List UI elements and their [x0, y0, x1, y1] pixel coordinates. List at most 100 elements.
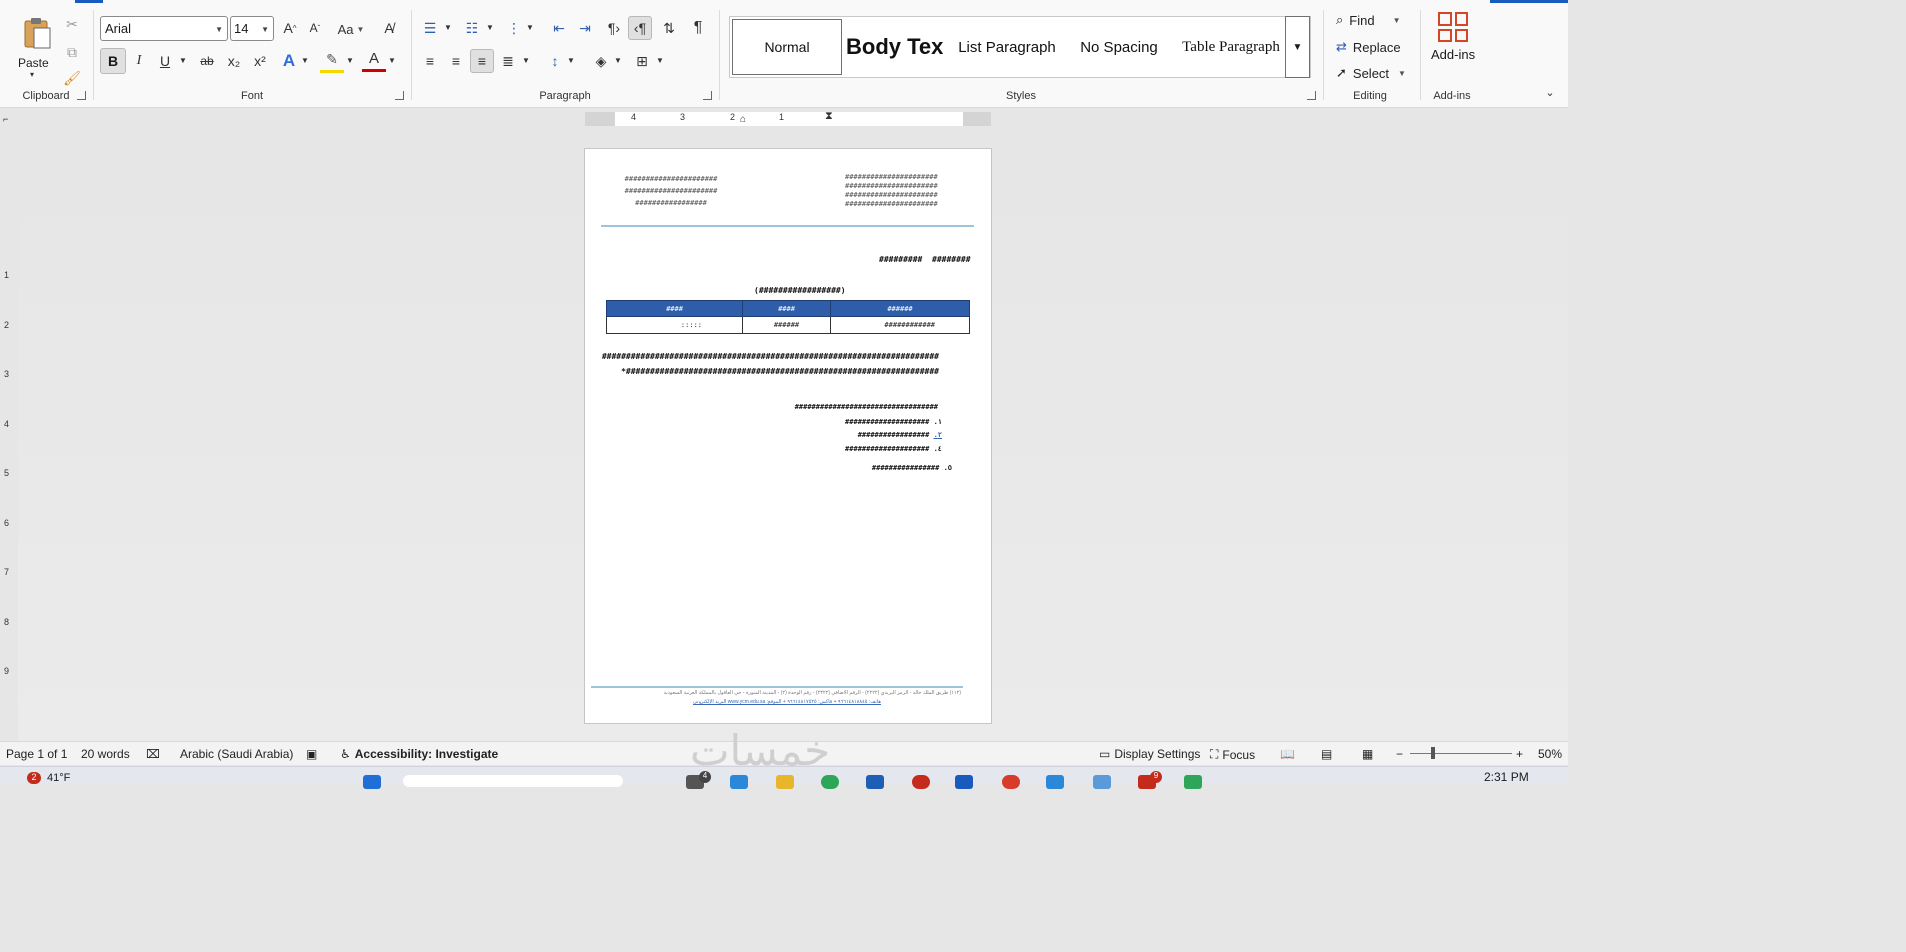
clipboard-launcher-icon[interactable]: [77, 91, 86, 100]
bullets-icon[interactable]: ☰: [418, 16, 442, 40]
display-settings-button[interactable]: ▭ Display Settings: [1099, 747, 1200, 761]
display-settings-label: Display Settings: [1114, 747, 1201, 761]
chevron-down-icon[interactable]: ▼: [346, 56, 354, 65]
chevron-down-icon[interactable]: ▼: [567, 56, 575, 65]
word-count[interactable]: 20 words: [81, 747, 130, 761]
header-left-line: ######################: [624, 175, 718, 183]
read-mode-icon[interactable]: 📖: [1280, 747, 1295, 761]
chevron-down-icon[interactable]: ▼: [526, 23, 534, 32]
zoom-slider[interactable]: [1410, 753, 1512, 754]
app-icon[interactable]: [912, 775, 930, 789]
page-count[interactable]: Page 1 of 1: [6, 747, 67, 761]
ruler-area: ⌐ 4 3 2 1 ⌂ ⧗: [0, 108, 1568, 130]
focus-button[interactable]: ⛶ Focus: [1210, 747, 1255, 762]
chevron-down-icon[interactable]: ▼: [522, 56, 530, 65]
decrease-indent-icon[interactable]: ⇤: [547, 16, 571, 40]
accessibility-button[interactable]: ♿ Accessibility: Investigate: [340, 747, 498, 761]
subscript-button[interactable]: x₂: [222, 49, 246, 73]
hanging-indent-marker-icon[interactable]: ⌂: [740, 114, 746, 125]
paragraph-launcher-icon[interactable]: [703, 91, 712, 100]
multilevel-list-icon[interactable]: ⋮: [502, 16, 526, 40]
chevron-down-icon[interactable]: ▼: [486, 23, 494, 32]
date-text-b: ########: [932, 255, 971, 264]
document-page[interactable]: ###################### #################…: [584, 148, 992, 724]
app-icon[interactable]: [1002, 775, 1020, 789]
paste-icon[interactable]: [22, 16, 52, 50]
app-icon[interactable]: [1046, 775, 1064, 789]
increase-indent-icon[interactable]: ⇥: [573, 16, 597, 40]
edge-icon[interactable]: [821, 775, 839, 789]
copy-icon[interactable]: ⧉: [60, 40, 84, 64]
line-spacing-icon[interactable]: ↕: [543, 49, 567, 73]
align-right-icon[interactable]: ≡: [470, 49, 494, 73]
superscript-button[interactable]: x²: [248, 49, 272, 73]
align-center-icon[interactable]: ≡: [444, 49, 468, 73]
chevron-down-icon[interactable]: ▼: [614, 56, 622, 65]
rtl-direction-icon[interactable]: ‹¶: [628, 16, 652, 40]
header-left-line: #################: [635, 199, 707, 207]
format-painter-icon[interactable]: 🖌: [60, 66, 84, 90]
chevron-down-icon[interactable]: ▼: [656, 56, 664, 65]
paste-button[interactable]: Paste: [18, 56, 49, 70]
change-case-button[interactable]: Aa ▼: [333, 18, 369, 40]
track-changes-icon[interactable]: ▣: [306, 747, 317, 761]
proofing-icon[interactable]: ⌧: [146, 747, 160, 761]
clear-formatting-icon[interactable]: A̸: [377, 16, 401, 40]
show-marks-button[interactable]: ¶: [686, 16, 710, 40]
start-icon[interactable]: [363, 775, 381, 789]
shading-icon[interactable]: ◈: [589, 49, 613, 73]
font-launcher-icon[interactable]: [395, 91, 404, 100]
monitor-icon: ▭: [1099, 747, 1111, 761]
ruler-number: 2: [730, 112, 736, 122]
file-explorer-icon[interactable]: [776, 775, 794, 789]
bold-button[interactable]: B: [100, 48, 126, 74]
zoom-level[interactable]: 50%: [1538, 747, 1562, 761]
strikethrough-button[interactable]: ab: [195, 49, 219, 73]
cut-icon[interactable]: ✂: [60, 12, 84, 36]
underline-button[interactable]: U: [153, 49, 177, 73]
indent-marker-icon[interactable]: ⧗: [825, 110, 833, 123]
clipboard-group: Paste ▾ ✂ ⧉ 🖌 Clipboard: [0, 6, 92, 106]
app-icon[interactable]: [730, 775, 748, 789]
zoom-slider-thumb[interactable]: [1431, 747, 1435, 759]
collapse-ribbon-icon[interactable]: ⌄: [1542, 84, 1558, 100]
font-color-button[interactable]: A: [362, 48, 386, 72]
print-layout-icon[interactable]: ▤: [1321, 747, 1332, 761]
word-icon[interactable]: [955, 775, 973, 789]
zoom-out-icon[interactable]: −: [1396, 747, 1403, 761]
sort-icon[interactable]: ⇅: [657, 16, 681, 40]
tab-selector-icon[interactable]: ⌐: [3, 114, 8, 124]
grow-font-icon[interactable]: A ^: [278, 16, 302, 40]
highlight-color-icon[interactable]: ✎: [320, 49, 344, 73]
taskbar-search-box[interactable]: [403, 775, 623, 787]
app-icon[interactable]: [1093, 775, 1111, 789]
share-button-edge[interactable]: [1490, 0, 1568, 3]
underline-dropdown-icon[interactable]: ▼: [179, 56, 187, 65]
font-size-select[interactable]: 14 ▼: [230, 16, 274, 41]
paste-dropdown-icon[interactable]: ▾: [30, 70, 34, 79]
horizontal-ruler[interactable]: 4 3 2 1 ⌂ ⧗: [585, 110, 991, 126]
vertical-ruler[interactable]: 1 2 3 4 5 6 7 8 9: [3, 145, 13, 735]
ltr-direction-icon[interactable]: ¶›: [602, 16, 626, 40]
zoom-in-icon[interactable]: +: [1516, 747, 1523, 761]
text-effects-button[interactable]: A: [277, 49, 301, 73]
chevron-down-icon[interactable]: ▼: [301, 56, 309, 65]
language-indicator[interactable]: Arabic (Saudi Arabia): [180, 747, 293, 761]
web-layout-icon[interactable]: ▦: [1362, 747, 1373, 761]
clock[interactable]: 2:31 PM: [1484, 770, 1529, 784]
align-left-icon[interactable]: ≡: [418, 49, 442, 73]
borders-icon[interactable]: ⊞: [630, 49, 654, 73]
italic-button[interactable]: I: [127, 49, 151, 73]
font-name-select[interactable]: Arial ▼: [100, 16, 228, 41]
shrink-font-icon[interactable]: Aˇ: [303, 16, 327, 40]
styles-launcher-icon[interactable]: [1307, 91, 1316, 100]
chevron-down-icon[interactable]: ▼: [388, 56, 396, 65]
app-icon[interactable]: [866, 775, 884, 789]
footer-contact[interactable]: هاتف: ٩٦٦١٤٨١٨٨٤٥ + فاكس: ٩٦٦١٤٨١٧٥٢٥ + …: [637, 699, 937, 705]
excel-icon[interactable]: [1184, 775, 1202, 789]
ruler-number: 2: [4, 320, 10, 330]
justify-icon[interactable]: ≣: [496, 49, 520, 73]
chevron-down-icon[interactable]: ▼: [444, 23, 452, 32]
weather-temp[interactable]: 41°F: [47, 772, 70, 784]
numbering-icon[interactable]: ☷: [460, 16, 484, 40]
